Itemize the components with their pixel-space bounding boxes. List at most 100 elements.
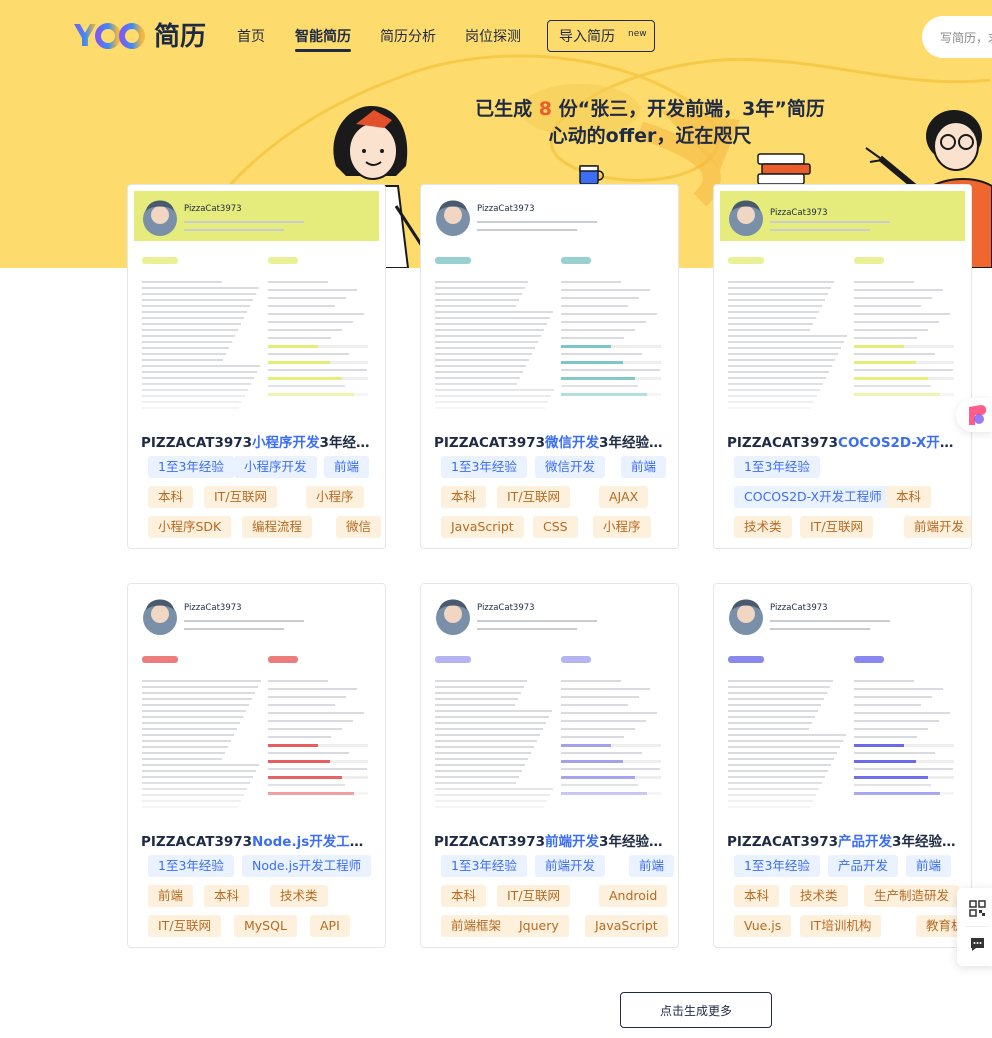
resume-thumbnail[interactable]: PizzaCat3973 <box>714 584 971 816</box>
resume-card[interactable]: PizzaCat3973 PIZZACAT3973小程序开发3年经验求职简历 1… <box>127 184 386 549</box>
tag[interactable]: MySQL <box>234 915 297 937</box>
tag[interactable]: 本科 <box>148 486 194 508</box>
hero-subtitle: 心动的offer，近在咫尺 <box>548 125 752 147</box>
floating-app-button[interactable] <box>956 398 992 432</box>
tag[interactable]: 1至3年经验 <box>441 855 527 877</box>
logo[interactable]: 简历 <box>72 14 206 54</box>
resume-name: PizzaCat3973 <box>770 208 828 218</box>
tag[interactable]: 小程序SDK <box>148 516 232 538</box>
resume-card-title[interactable]: PIZZACAT3973COCOS2D-X开发工程师3年经验求职简历 <box>727 431 960 451</box>
tag[interactable]: 前端 <box>629 855 675 877</box>
resume-card[interactable]: PizzaCat3973 PIZZACAT3973前端开发3年经验求职简历 1至… <box>420 583 679 948</box>
resume-name: PizzaCat3973 <box>184 603 242 613</box>
mug-icon <box>579 165 604 185</box>
qrcode-icon[interactable] <box>969 900 986 917</box>
resume-role: 产品开发 <box>838 834 893 850</box>
resume-card[interactable]: PizzaCat3973 PIZZACAT3973Node.js开发工程师3年经… <box>127 583 386 948</box>
tag[interactable]: COCOS2D-X开发工程师 <box>734 486 892 508</box>
resume-card-title[interactable]: PIZZACAT3973小程序开发3年经验求职简历 <box>141 431 374 451</box>
resume-count: 8 <box>538 98 553 120</box>
tag[interactable]: 前端开发 <box>904 516 971 538</box>
tag[interactable]: 技术类 <box>734 516 792 538</box>
resume-role: 前端开发 <box>545 834 600 850</box>
tag[interactable]: 前端 <box>906 855 952 877</box>
top-header: 简历 首页 智能简历 简历分析 岗位探测 导入简历 new 写简历，求 <box>0 0 992 72</box>
tag[interactable]: 生产制造研发 <box>864 885 960 907</box>
tag[interactable]: 微信 <box>336 516 382 538</box>
resume-card-title[interactable]: PIZZACAT3973Node.js开发工程师3年经验求职简历 <box>141 830 374 850</box>
tag[interactable]: 前端框架 <box>441 915 512 937</box>
resume-thumbnail[interactable]: PizzaCat3973 <box>421 584 678 816</box>
tag[interactable]: 本科 <box>886 486 932 508</box>
tag[interactable]: JavaScript <box>585 915 668 937</box>
search-input[interactable]: 写简历，求 <box>922 16 992 58</box>
resume-thumbnail[interactable]: PizzaCat3973 <box>421 185 678 417</box>
import-resume-button[interactable]: 导入简历 new <box>547 20 655 52</box>
tag[interactable]: 1至3年经验 <box>148 456 234 478</box>
tag[interactable]: CSS <box>533 516 578 538</box>
tag[interactable]: 本科 <box>441 885 487 907</box>
tag[interactable]: 小程序开发 <box>234 456 317 478</box>
resume-card-title[interactable]: PIZZACAT3973微信开发3年经验求职简历 <box>434 431 667 451</box>
import-label: 导入简历 <box>559 29 615 45</box>
resume-role: Node.js开发工程 <box>252 834 364 850</box>
tag[interactable]: 技术类 <box>790 885 848 907</box>
generate-more-button[interactable]: 点击生成更多 <box>620 992 772 1028</box>
tag[interactable]: Jquery <box>509 915 569 937</box>
nav-smart-resume[interactable]: 智能简历 <box>295 26 351 52</box>
tag[interactable]: Vue.js <box>734 915 792 937</box>
tag[interactable]: 产品开发 <box>828 855 899 877</box>
resume-role: 小程序开发 <box>252 435 320 451</box>
search-placeholder: 写简历，求 <box>940 30 992 45</box>
resume-name: PizzaCat3973 <box>184 204 242 214</box>
resume-card[interactable]: PizzaCat3973 PIZZACAT3973产品开发3年经验求职简历 1至… <box>713 583 972 948</box>
tag[interactable]: AJAX <box>599 486 649 508</box>
tag[interactable]: 小程序 <box>593 516 651 538</box>
tag[interactable]: 本科 <box>441 486 487 508</box>
tag[interactable]: 微信开发 <box>535 456 606 478</box>
tag[interactable]: 前端 <box>148 885 194 907</box>
tag[interactable]: 1至3年经验 <box>734 456 820 478</box>
tag[interactable]: 本科 <box>734 885 780 907</box>
resume-card[interactable]: PizzaCat3973 PIZZACAT3973COCOS2D-X开发工程师3… <box>713 184 972 549</box>
nav-job-detection[interactable]: 岗位探测 <box>465 26 521 46</box>
tag[interactable]: 本科 <box>204 885 250 907</box>
chat-icon[interactable] <box>969 936 986 953</box>
nav-resume-analysis[interactable]: 简历分析 <box>380 26 436 46</box>
hero-title: 已生成 8 份“张三，开发前端，3年”简历 心动的offer，近在咫尺 <box>440 96 860 150</box>
new-badge: new <box>625 28 650 40</box>
tag[interactable]: IT/互联网 <box>204 486 278 508</box>
resume-card[interactable]: PizzaCat3973 PIZZACAT3973微信开发3年经验求职简历 1至… <box>420 184 679 549</box>
floating-tools <box>957 888 992 966</box>
tag[interactable]: IT/互联网 <box>497 885 571 907</box>
yoo-logo-icon <box>74 23 145 49</box>
tag[interactable]: 前端 <box>324 456 370 478</box>
resume-card-title[interactable]: PIZZACAT3973产品开发3年经验求职简历 <box>727 830 960 850</box>
resume-name: PizzaCat3973 <box>477 204 535 214</box>
tag[interactable]: IT/互联网 <box>497 486 571 508</box>
tag[interactable]: 1至3年经验 <box>441 456 527 478</box>
tag[interactable]: IT/互联网 <box>800 516 874 538</box>
tag[interactable]: 小程序 <box>306 486 364 508</box>
tag[interactable]: IT培训机构 <box>800 915 882 937</box>
tag[interactable]: Node.js开发工程师 <box>242 855 372 877</box>
books-icon <box>757 153 811 185</box>
resume-role: COCOS2D-X开发 <box>838 435 954 451</box>
resume-name: PizzaCat3973 <box>770 603 828 613</box>
nav-home[interactable]: 首页 <box>237 26 265 46</box>
tag[interactable]: 前端 <box>621 456 667 478</box>
tag[interactable]: API <box>310 915 350 937</box>
tag[interactable]: 1至3年经验 <box>148 855 234 877</box>
resume-thumbnail[interactable]: PizzaCat3973 <box>128 584 385 816</box>
tag[interactable]: 编程流程 <box>242 516 313 538</box>
tag[interactable]: 前端开发 <box>535 855 606 877</box>
tag[interactable]: Android <box>599 885 668 907</box>
tag[interactable]: IT/互联网 <box>148 915 222 937</box>
tag[interactable]: 技术类 <box>270 885 328 907</box>
resume-thumbnail[interactable]: PizzaCat3973 <box>128 185 385 417</box>
logo-text: 简历 <box>154 21 207 52</box>
resume-thumbnail[interactable]: PizzaCat3973 <box>714 185 971 417</box>
tag[interactable]: 1至3年经验 <box>734 855 820 877</box>
tag[interactable]: JavaScript <box>441 516 524 538</box>
resume-card-title[interactable]: PIZZACAT3973前端开发3年经验求职简历 <box>434 830 667 850</box>
